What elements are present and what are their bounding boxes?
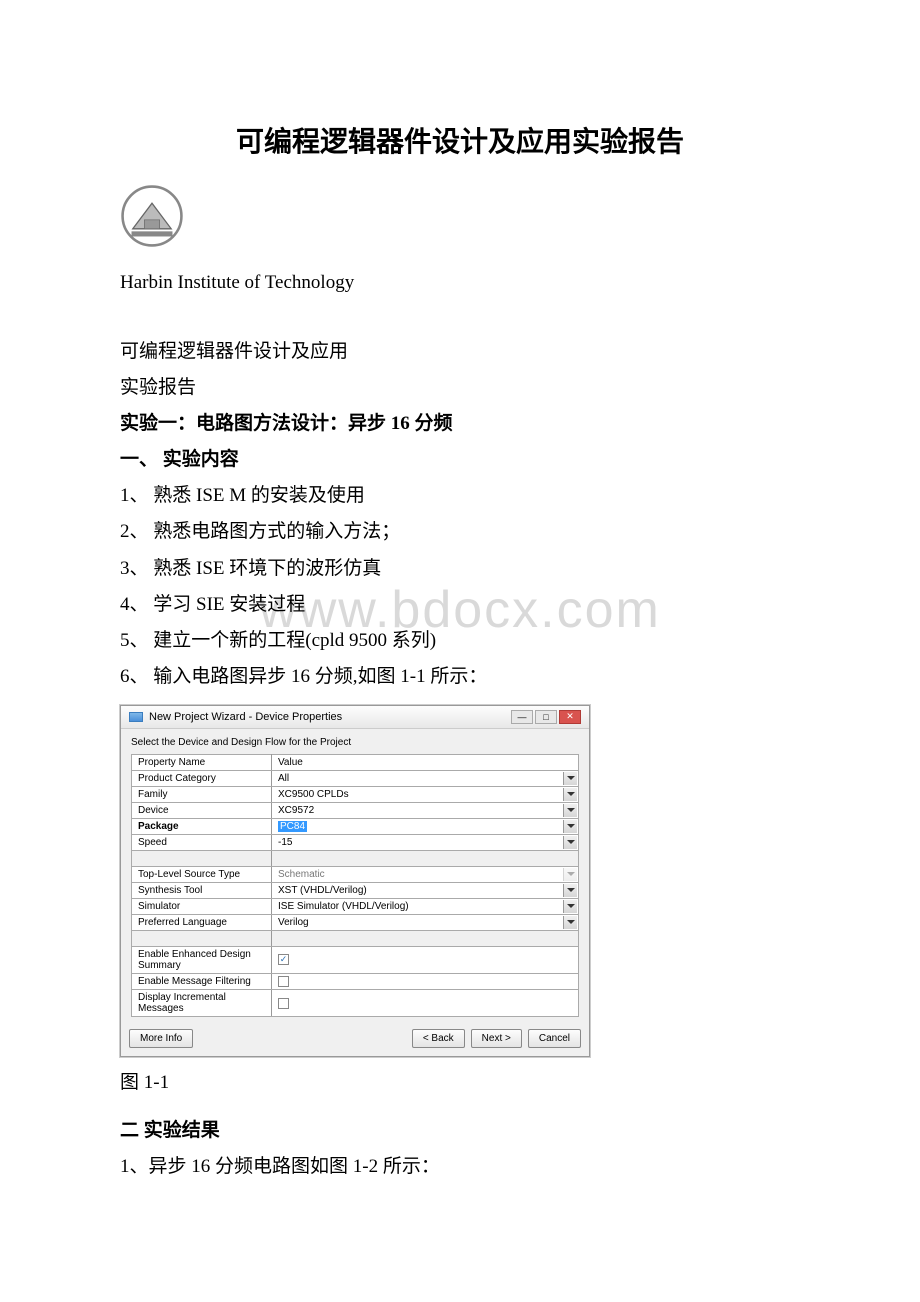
table-row: Device XC9572	[132, 802, 579, 818]
prop-checkbox[interactable]	[272, 990, 579, 1017]
prop-value-dropdown[interactable]: All	[272, 770, 579, 786]
cancel-button[interactable]: Cancel	[528, 1029, 581, 1048]
table-row: Display Incremental Messages	[132, 990, 579, 1017]
subheading-2: 实验报告	[120, 370, 800, 406]
prop-value-dropdown[interactable]: PC84	[272, 818, 579, 834]
university-logo	[120, 184, 184, 248]
prop-checkbox[interactable]: ✓	[272, 946, 579, 973]
checkbox-icon	[278, 998, 289, 1009]
table-row: Top-Level Source Type Schematic	[132, 866, 579, 882]
page-title: 可编程逻辑器件设计及应用实验报告	[120, 120, 800, 160]
list-item-6: 6、 输入电路图异步 16 分频,如图 1-1 所示：	[120, 659, 800, 695]
figure-1-1-caption: 图 1-1	[120, 1067, 800, 1094]
table-row: Package PC84	[132, 818, 579, 834]
list-item-1: 1、 熟悉 ISE M 的安装及使用	[120, 478, 800, 514]
chevron-down-icon	[563, 868, 577, 881]
prop-name: Speed	[132, 834, 272, 850]
prop-checkbox[interactable]	[272, 973, 579, 989]
institution-name: Harbin Institute of Technology	[120, 272, 800, 294]
prop-name: Package	[132, 818, 272, 834]
section-2-heading: 二 实验结果	[120, 1113, 800, 1149]
table-row: Preferred Language Verilog	[132, 914, 579, 930]
next-button[interactable]: Next >	[471, 1029, 522, 1048]
close-button[interactable]: ✕	[559, 710, 581, 724]
subheading-1: 可编程逻辑器件设计及应用	[120, 334, 800, 370]
prop-name: Simulator	[132, 898, 272, 914]
header-name: Property Name	[132, 754, 272, 770]
prop-value-dropdown[interactable]: XST (VHDL/Verilog)	[272, 882, 579, 898]
result-item-1: 1、异步 16 分频电路图如图 1-2 所示：	[120, 1149, 800, 1185]
checkbox-checked-icon: ✓	[278, 954, 289, 965]
chevron-down-icon	[563, 804, 577, 817]
table-row: Simulator ISE Simulator (VHDL/Verilog)	[132, 898, 579, 914]
prop-name: Product Category	[132, 770, 272, 786]
table-row: Product Category All	[132, 770, 579, 786]
list-item-2: 2、 熟悉电路图方式的输入方法；	[120, 514, 800, 550]
experiment-1-heading: 实验一：电路图方法设计：异步 16 分频	[120, 406, 800, 442]
list-item-5: 5、 建立一个新的工程(cpld 9500 系列)	[120, 623, 800, 659]
maximize-button[interactable]: □	[535, 710, 557, 724]
dialog-titlebar: New Project Wizard - Device Properties —…	[121, 706, 589, 729]
properties-table: Property Name Value Product Category All…	[131, 754, 579, 1017]
prop-value-dropdown[interactable]: XC9572	[272, 802, 579, 818]
table-row: Enable Enhanced Design Summary ✓	[132, 946, 579, 973]
chevron-down-icon	[563, 916, 577, 929]
prop-name: Synthesis Tool	[132, 882, 272, 898]
prop-name: Display Incremental Messages	[132, 990, 272, 1017]
dialog-app-icon	[129, 712, 143, 722]
prop-value-dropdown[interactable]: -15	[272, 834, 579, 850]
prop-name: Enable Message Filtering	[132, 973, 272, 989]
back-button[interactable]: < Back	[412, 1029, 465, 1048]
more-info-button[interactable]: More Info	[129, 1029, 193, 1048]
table-row: Enable Message Filtering	[132, 973, 579, 989]
chevron-down-icon	[563, 820, 577, 833]
wizard-dialog: New Project Wizard - Device Properties —…	[120, 705, 590, 1057]
chevron-down-icon	[563, 772, 577, 785]
dialog-subtitle: Select the Device and Design Flow for th…	[131, 737, 579, 748]
checkbox-icon	[278, 976, 289, 987]
table-row: Synthesis Tool XST (VHDL/Verilog)	[132, 882, 579, 898]
prop-name: Top-Level Source Type	[132, 866, 272, 882]
prop-value-dropdown[interactable]: Schematic	[272, 866, 579, 882]
prop-value-dropdown[interactable]: ISE Simulator (VHDL/Verilog)	[272, 898, 579, 914]
dialog-title-text: New Project Wizard - Device Properties	[149, 711, 342, 723]
chevron-down-icon	[563, 788, 577, 801]
chevron-down-icon	[563, 884, 577, 897]
prop-value-dropdown[interactable]: XC9500 CPLDs	[272, 786, 579, 802]
prop-value-dropdown[interactable]: Verilog	[272, 914, 579, 930]
prop-name: Preferred Language	[132, 914, 272, 930]
header-value: Value	[272, 754, 579, 770]
chevron-down-icon	[563, 836, 577, 849]
prop-name: Family	[132, 786, 272, 802]
list-item-3: 3、 熟悉 ISE 环境下的波形仿真	[120, 551, 800, 587]
table-row: Family XC9500 CPLDs	[132, 786, 579, 802]
section-1-heading: 一、 实验内容	[120, 442, 800, 478]
table-row: Speed -15	[132, 834, 579, 850]
list-item-4: 4、 学习 SIE 安装过程	[120, 587, 800, 623]
prop-name: Enable Enhanced Design Summary	[132, 946, 272, 973]
minimize-button[interactable]: —	[511, 710, 533, 724]
chevron-down-icon	[563, 900, 577, 913]
prop-name: Device	[132, 802, 272, 818]
